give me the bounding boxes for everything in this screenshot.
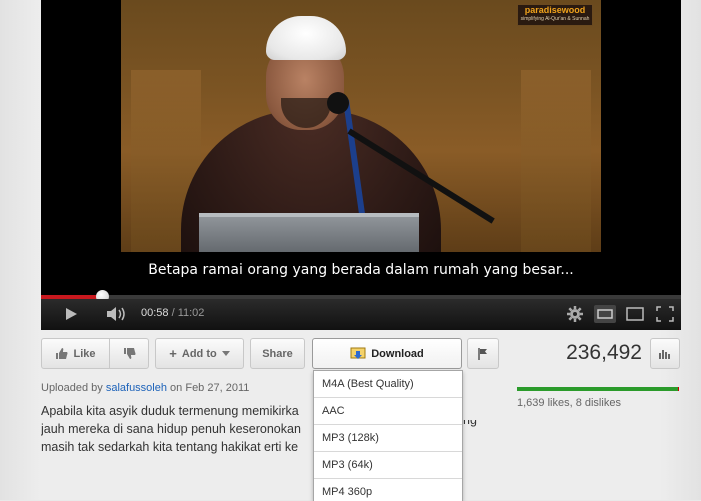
like-button[interactable]: Like [41, 338, 110, 369]
fullscreen-icon [656, 306, 674, 322]
bar-chart-icon [659, 349, 670, 359]
thumbs-up-icon [56, 348, 68, 359]
channel-watermark: paradisewood simplifying Al-Qur'an & Sun… [517, 4, 593, 26]
speaker-cap [266, 16, 346, 60]
upload-date: Feb 27, 2011 [185, 382, 250, 394]
download-label: Download [371, 347, 424, 360]
upload-on: on [166, 382, 186, 394]
upload-prefix: Uploaded by [41, 382, 106, 394]
fullscreen-button[interactable] [654, 305, 676, 323]
volume-icon [107, 307, 125, 321]
download-option-mp3-128k[interactable]: MP3 (128k) [314, 425, 462, 452]
small-player-icon [597, 309, 613, 319]
podium [199, 213, 419, 252]
download-icon [350, 347, 366, 359]
download-button[interactable]: Download [312, 338, 462, 369]
download-option-aac[interactable]: AAC [314, 398, 462, 425]
settings-button[interactable] [564, 305, 586, 323]
settings-icon [567, 306, 583, 322]
stats-button[interactable] [650, 338, 680, 369]
flag-icon [478, 347, 487, 360]
likes-summary: 1,639 likes, 8 dislikes [517, 397, 621, 409]
video-frame[interactable]: paradisewood simplifying Al-Qur'an & Sun… [121, 0, 601, 252]
like-label: Like [73, 347, 96, 360]
download-option-m4a[interactable]: M4A (Best Quality) [314, 371, 462, 398]
share-label: Share [262, 347, 293, 360]
microphone [327, 92, 349, 114]
share-button[interactable]: Share [250, 338, 305, 369]
watermark-title: paradisewood [524, 5, 586, 15]
volume-button[interactable] [105, 305, 129, 323]
uploader-link[interactable]: salafussoleh [106, 382, 167, 394]
download-menu: M4A (Best Quality) AAC MP3 (128k) MP3 (6… [313, 370, 463, 501]
watermark-subtitle: simplifying Al-Qur'an & Sunnah [520, 16, 590, 22]
video-player[interactable]: paradisewood simplifying Al-Qur'an & Sun… [41, 0, 681, 330]
player-controls: 00:58 / 11:02 [41, 299, 681, 330]
add-to-button[interactable]: + Add to [155, 338, 244, 369]
time-display: 00:58 / 11:02 [141, 307, 204, 319]
wall-panel [521, 70, 591, 252]
description-line-tail: ng [463, 420, 477, 427]
play-icon [66, 308, 77, 320]
video-subtitle: Betapa ramai orang yang berada dalam rum… [148, 262, 574, 278]
large-player-button[interactable] [624, 305, 646, 323]
current-time: 00:58 [141, 307, 169, 319]
view-count: 236,492 [566, 341, 642, 364]
ratings-bar [517, 387, 679, 391]
dislike-button[interactable] [109, 338, 149, 369]
upload-info: Uploaded by salafussoleh on Feb 27, 2011 [41, 382, 249, 394]
duration: 11:02 [177, 307, 205, 319]
thumbs-down-icon [123, 348, 135, 359]
download-option-mp3-64k[interactable]: MP3 (64k) [314, 452, 462, 479]
plus-icon: + [169, 346, 177, 361]
add-to-label: Add to [181, 347, 217, 360]
ratings-dislike-portion [678, 387, 679, 391]
download-option-mp4-360p[interactable]: MP4 360p [314, 479, 462, 501]
chevron-down-icon [221, 351, 230, 356]
large-player-icon [626, 307, 644, 321]
description-line: jauh mereka di sana hidup penuh keserono… [41, 422, 301, 436]
time-separator: / [168, 307, 178, 319]
play-button[interactable] [59, 305, 83, 323]
flag-button[interactable] [467, 338, 499, 369]
small-player-button[interactable] [594, 305, 616, 323]
